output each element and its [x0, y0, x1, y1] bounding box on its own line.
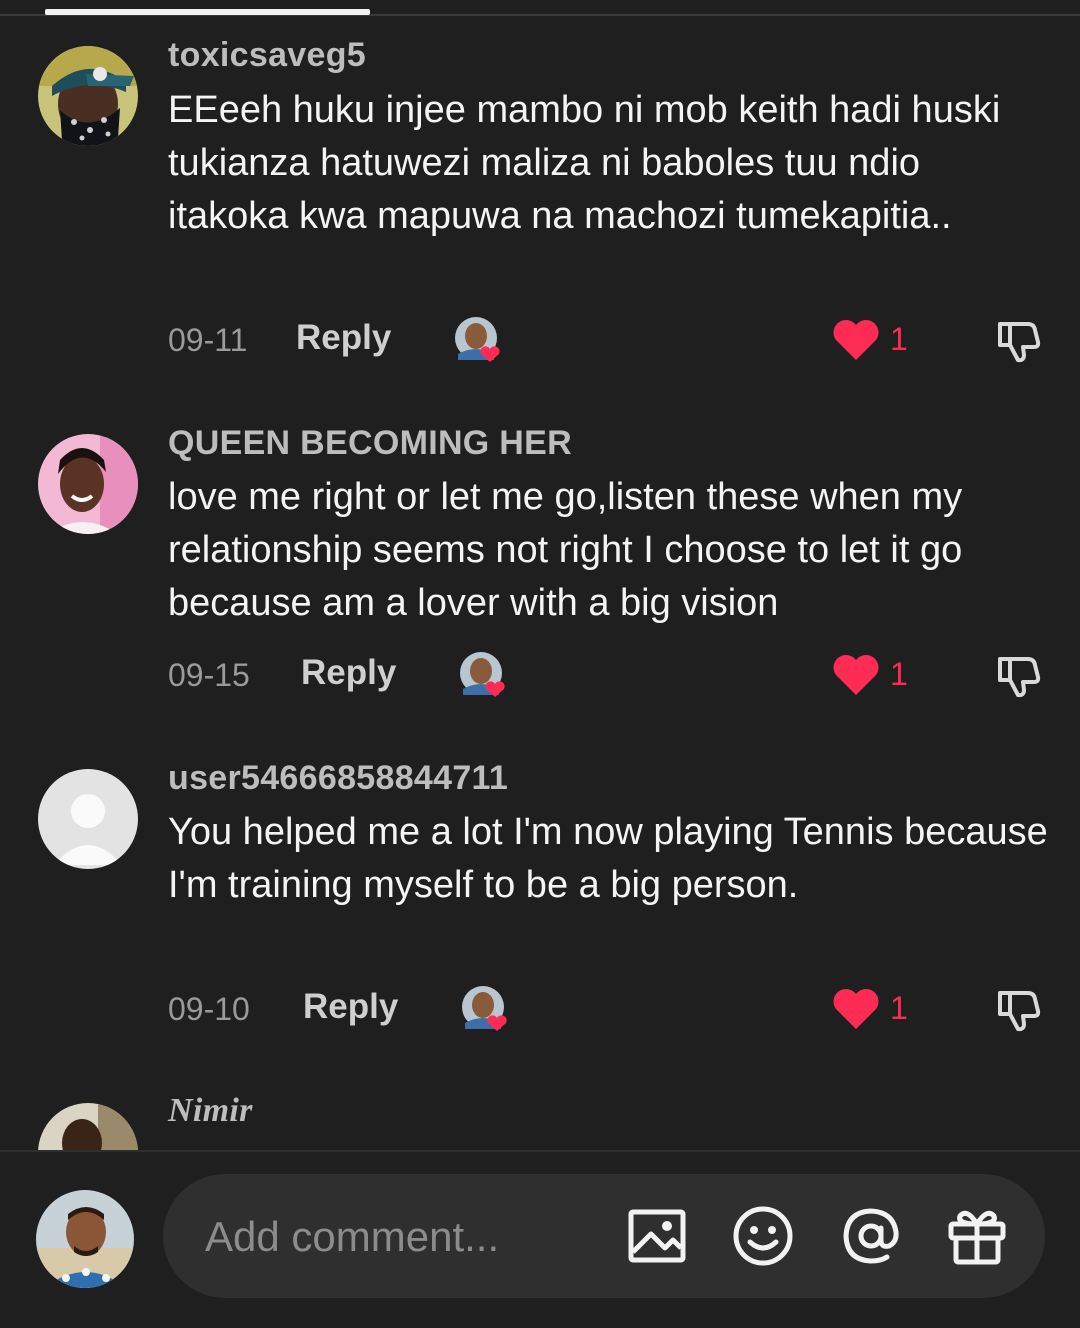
emoji-icon[interactable] [731, 1204, 795, 1268]
creator-liked-badge [459, 649, 511, 701]
comment-text: EEeeh huku injee mambo ni mob keith hadi… [168, 89, 1001, 237]
creator-avatar-heart-icon [455, 317, 500, 362]
comment-username[interactable]: QUEEN BECOMING HER [168, 424, 572, 463]
avatar-woman-pink-icon [38, 434, 138, 534]
comment-actions: 09-10 Reply 1 [0, 979, 1080, 1039]
image-icon[interactable] [625, 1204, 689, 1268]
heart-icon [833, 320, 879, 360]
comment-input-container[interactable] [163, 1174, 1045, 1298]
creator-avatar-heart-icon [460, 652, 505, 697]
gift-icon[interactable] [945, 1204, 1009, 1268]
like-count: 1 [890, 990, 908, 1026]
heart-icon [833, 655, 879, 695]
creator-liked-badge [454, 314, 506, 366]
thumbs-down-icon [998, 322, 1041, 363]
user-avatar[interactable] [38, 434, 138, 534]
comment-input[interactable] [203, 1204, 607, 1270]
user-avatar[interactable] [38, 769, 138, 869]
like-button[interactable] [832, 985, 880, 1031]
comment-actions: 09-15 Reply 1 [0, 645, 1080, 705]
my-avatar [36, 1190, 134, 1288]
comment-text: You helped me a lot I'm now playing Tenn… [168, 811, 1048, 906]
comment-actions: 09-11 Reply 1 [0, 310, 1080, 370]
comment-date: 09-11 [168, 322, 248, 358]
thumbs-down-icon [998, 991, 1041, 1032]
user-avatar[interactable] [38, 46, 138, 146]
default-avatar-icon [38, 769, 138, 869]
my-avatar-icon [36, 1190, 134, 1288]
comment-text: love me right or let me go,listen these … [168, 476, 963, 624]
user-avatar[interactable] [38, 1103, 138, 1150]
reply-button[interactable]: Reply [303, 987, 398, 1027]
comment-composer [0, 1152, 1080, 1328]
creator-avatar-heart-icon [462, 986, 507, 1031]
like-count: 1 [890, 656, 908, 692]
dislike-button[interactable] [994, 314, 1044, 364]
creator-liked-badge [461, 983, 513, 1035]
avatar-man-outdoor-icon [38, 1103, 138, 1150]
comment-date: 09-10 [168, 991, 250, 1027]
thumbs-down-icon [998, 657, 1041, 698]
dislike-button[interactable] [994, 649, 1044, 699]
comment-username[interactable]: user54666858844711 [168, 759, 508, 798]
heart-icon [833, 989, 879, 1029]
comment-date: 09-15 [168, 657, 250, 693]
like-button[interactable] [832, 651, 880, 697]
dislike-button[interactable] [994, 983, 1044, 1033]
mention-icon[interactable] [839, 1204, 903, 1268]
like-button[interactable] [832, 316, 880, 362]
comment-username[interactable]: toxicsaveg5 [168, 36, 366, 75]
reply-button[interactable]: Reply [296, 318, 391, 358]
comments-list[interactable]: toxicsaveg5 EEeeh huku injee mambo ni mo… [0, 0, 1080, 1150]
reply-button[interactable]: Reply [301, 653, 396, 693]
comment-username[interactable]: Nimir [168, 1092, 253, 1130]
like-count: 1 [890, 321, 908, 357]
avatar-cap-bandana-icon [38, 46, 138, 146]
